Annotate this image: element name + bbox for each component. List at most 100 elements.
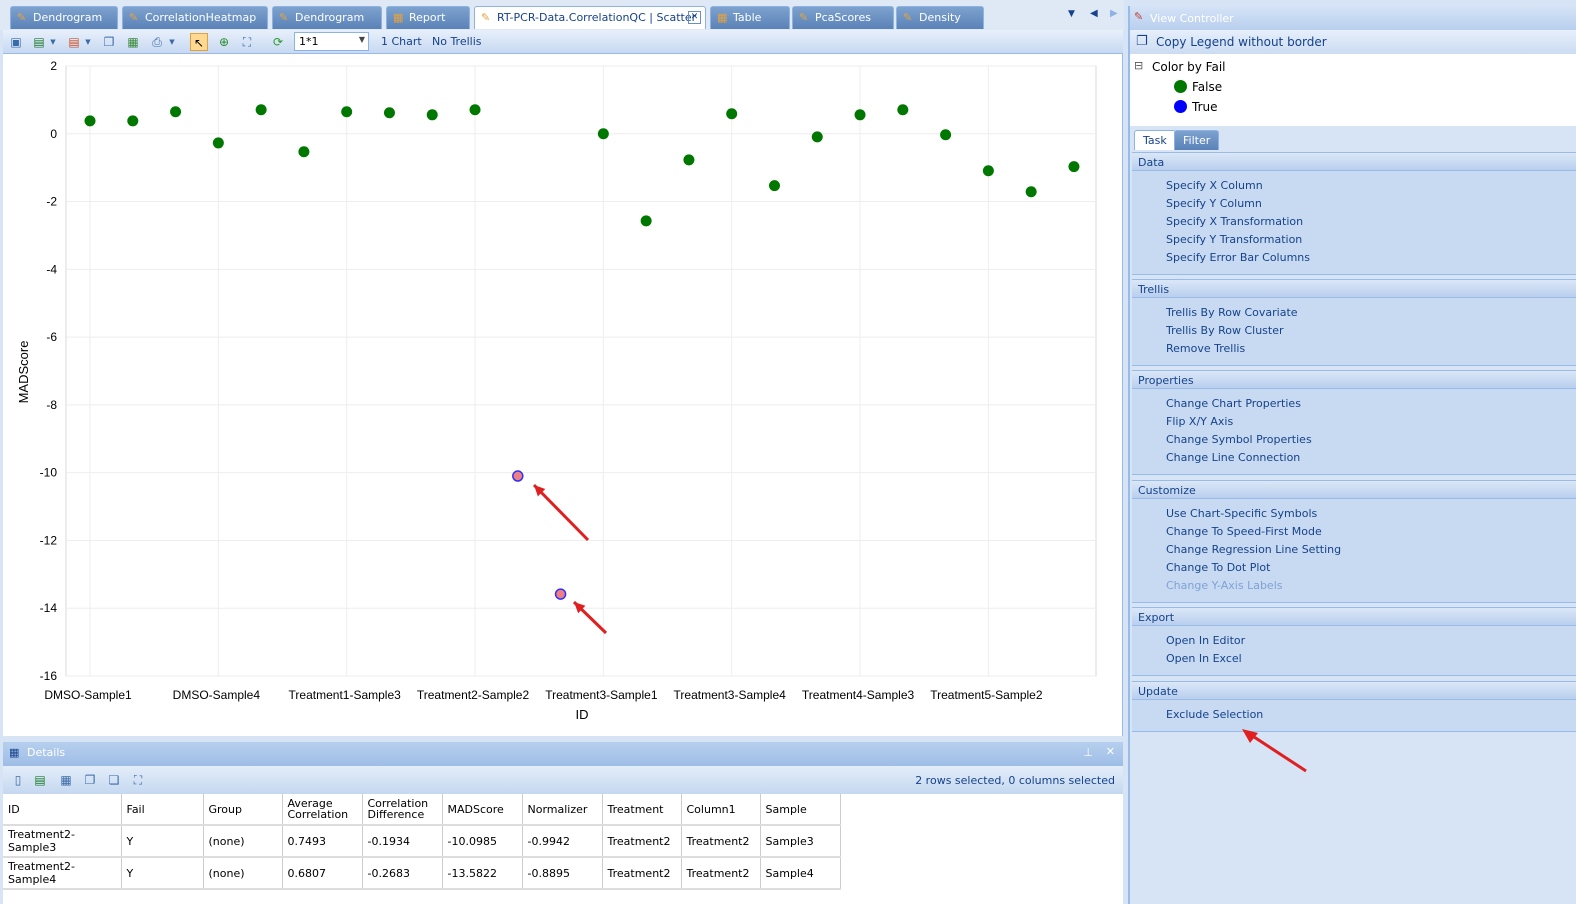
data-point[interactable] bbox=[940, 129, 952, 141]
table-cell[interactable]: 0.7493 bbox=[282, 825, 363, 858]
section-header-export[interactable]: Export bbox=[1132, 607, 1576, 626]
table-cell[interactable]: Sample3 bbox=[760, 825, 841, 858]
task-link[interactable]: Specify Y Column bbox=[1166, 197, 1262, 210]
table-cell[interactable]: Y bbox=[121, 825, 204, 858]
copy-selection-icon[interactable]: ❏ bbox=[105, 771, 123, 789]
data-point[interactable] bbox=[982, 165, 994, 177]
data-point[interactable] bbox=[683, 154, 695, 166]
tab-density[interactable]: ✎ Density bbox=[896, 6, 984, 29]
table-row[interactable]: Treatment2-Sample3 Y (none) 0.7493 -0.1934 -1… bbox=[3, 825, 841, 858]
task-link[interactable]: Flip X/Y Axis bbox=[1166, 415, 1233, 428]
data-point[interactable] bbox=[255, 104, 267, 116]
new-document-icon[interactable]: ▯ bbox=[9, 771, 27, 789]
table-cell[interactable]: Y bbox=[121, 857, 204, 890]
task-link[interactable]: Remove Trellis bbox=[1166, 342, 1245, 355]
task-link[interactable]: Change Regression Line Setting bbox=[1166, 543, 1341, 556]
section-header-properties[interactable]: Properties bbox=[1132, 370, 1576, 389]
data-point[interactable] bbox=[854, 109, 866, 121]
data-point[interactable] bbox=[84, 115, 96, 127]
data-point[interactable] bbox=[426, 109, 438, 121]
table-cell[interactable]: Treatment2 bbox=[602, 857, 682, 890]
tab-report[interactable]: ▦ Report bbox=[386, 6, 470, 29]
close-icon[interactable]: ✕ bbox=[1106, 745, 1115, 758]
tab-correlationheatmap[interactable]: ✎ CorrelationHeatmap bbox=[122, 6, 268, 29]
column-header[interactable]: ID bbox=[3, 794, 122, 826]
scatter-chart[interactable]: 2 0 -2 -4 -6 -8 -10 -12 -14 -16 DMSO-Sample1 DMSO-S… bbox=[0, 0, 1124, 740]
task-link[interactable]: Open In Editor bbox=[1166, 634, 1245, 647]
data-point[interactable] bbox=[1068, 161, 1080, 173]
data-point[interactable] bbox=[127, 115, 139, 127]
table-cell[interactable]: -0.2683 bbox=[362, 857, 443, 890]
selected-data-point[interactable] bbox=[554, 588, 567, 600]
fit-columns-icon[interactable]: ⛶ bbox=[129, 771, 147, 789]
section-header-data[interactable]: Data bbox=[1132, 152, 1576, 171]
tab-rt-pcr-data-correlationqc-scatter[interactable]: ✎ RT-PCR-Data.CorrelationQC | Scatter ✕ bbox=[474, 6, 706, 29]
data-point[interactable] bbox=[811, 131, 823, 143]
column-header[interactable]: MADScore bbox=[442, 794, 523, 826]
table-cell[interactable]: -0.1934 bbox=[362, 825, 443, 858]
table-cell[interactable]: Sample4 bbox=[760, 857, 841, 890]
selected-data-point[interactable] bbox=[512, 470, 524, 482]
tab-table[interactable]: ▦ Table bbox=[710, 6, 790, 29]
column-header[interactable]: Treatment bbox=[602, 794, 682, 826]
table-cell[interactable]: -10.0985 bbox=[442, 825, 523, 858]
task-link[interactable]: Change Chart Properties bbox=[1166, 397, 1301, 410]
column-header[interactable]: Sample bbox=[760, 794, 841, 826]
table-cell[interactable]: Treatment2-Sample3 bbox=[3, 825, 122, 858]
task-link[interactable]: Change To Speed-First Mode bbox=[1166, 525, 1322, 538]
table-cell[interactable]: Treatment2 bbox=[681, 857, 761, 890]
section-header-customize[interactable]: Customize bbox=[1132, 480, 1576, 499]
table-cell[interactable]: (none) bbox=[203, 825, 283, 858]
task-link[interactable]: Use Chart-Specific Symbols bbox=[1166, 507, 1317, 520]
column-header[interactable]: Correlation Difference bbox=[362, 794, 443, 826]
close-tab-icon[interactable]: ✕ bbox=[688, 11, 701, 24]
data-point[interactable] bbox=[469, 104, 481, 116]
task-link[interactable]: Open In Excel bbox=[1166, 652, 1242, 665]
tab-dendrogram[interactable]: ✎ Dendrogram bbox=[272, 6, 382, 29]
task-link[interactable]: Specify X Transformation bbox=[1166, 215, 1303, 228]
task-link[interactable]: Exclude Selection bbox=[1166, 708, 1263, 721]
data-point[interactable] bbox=[341, 106, 353, 118]
data-point[interactable] bbox=[897, 104, 909, 116]
table-cell[interactable]: -13.5822 bbox=[442, 857, 523, 890]
data-point[interactable] bbox=[1025, 186, 1037, 198]
task-link[interactable]: Specify X Column bbox=[1166, 179, 1263, 192]
save-icon[interactable]: ▦ bbox=[57, 771, 75, 789]
tab-pcascores[interactable]: ✎ PcaScores bbox=[792, 6, 894, 29]
copy-icon[interactable]: ❐ bbox=[81, 771, 99, 789]
table-row[interactable]: Treatment2-Sample4 Y (none) 0.6807 -0.2683 -1… bbox=[3, 857, 841, 890]
task-link[interactable]: Trellis By Row Cluster bbox=[1166, 324, 1284, 337]
table-cell[interactable]: Treatment2 bbox=[681, 825, 761, 858]
table-cell[interactable]: 0.6807 bbox=[282, 857, 363, 890]
task-link[interactable]: Change Y-Axis Labels bbox=[1166, 579, 1282, 592]
data-point[interactable] bbox=[597, 128, 609, 140]
pin-icon[interactable]: ⊥ bbox=[1083, 746, 1093, 759]
task-link[interactable]: Specify Error Bar Columns bbox=[1166, 251, 1310, 264]
data-point[interactable] bbox=[170, 106, 182, 118]
data-point[interactable] bbox=[768, 180, 780, 192]
data-point[interactable] bbox=[383, 107, 395, 119]
table-cell[interactable]: Treatment2-Sample4 bbox=[3, 857, 122, 890]
table-cell[interactable]: (none) bbox=[203, 857, 283, 890]
tab-dendrogram[interactable]: ✎ Dendrogram bbox=[10, 6, 118, 29]
task-link[interactable]: Trellis By Row Covariate bbox=[1166, 306, 1298, 319]
table-cell[interactable]: -0.9942 bbox=[522, 825, 603, 858]
table-cell[interactable]: Treatment2 bbox=[602, 825, 682, 858]
column-header[interactable]: Group bbox=[203, 794, 283, 826]
task-link[interactable]: Specify Y Transformation bbox=[1166, 233, 1302, 246]
task-link[interactable]: Change To Dot Plot bbox=[1166, 561, 1270, 574]
section-header-trellis[interactable]: Trellis bbox=[1132, 279, 1576, 298]
data-point[interactable] bbox=[212, 137, 224, 149]
column-header[interactable]: Column1 bbox=[681, 794, 761, 826]
task-link[interactable]: Change Symbol Properties bbox=[1166, 433, 1312, 446]
table-cell[interactable]: -0.8895 bbox=[522, 857, 603, 890]
export-excel-icon[interactable]: ▤ bbox=[31, 771, 49, 789]
column-header[interactable]: Normalizer bbox=[522, 794, 603, 826]
column-header[interactable]: Fail bbox=[121, 794, 204, 826]
column-header[interactable]: Average Correlation bbox=[282, 794, 363, 826]
task-link[interactable]: Change Line Connection bbox=[1166, 451, 1300, 464]
data-point[interactable] bbox=[298, 146, 310, 158]
data-point[interactable] bbox=[726, 108, 738, 120]
section-header-update[interactable]: Update bbox=[1132, 681, 1576, 700]
data-point[interactable] bbox=[640, 215, 652, 227]
